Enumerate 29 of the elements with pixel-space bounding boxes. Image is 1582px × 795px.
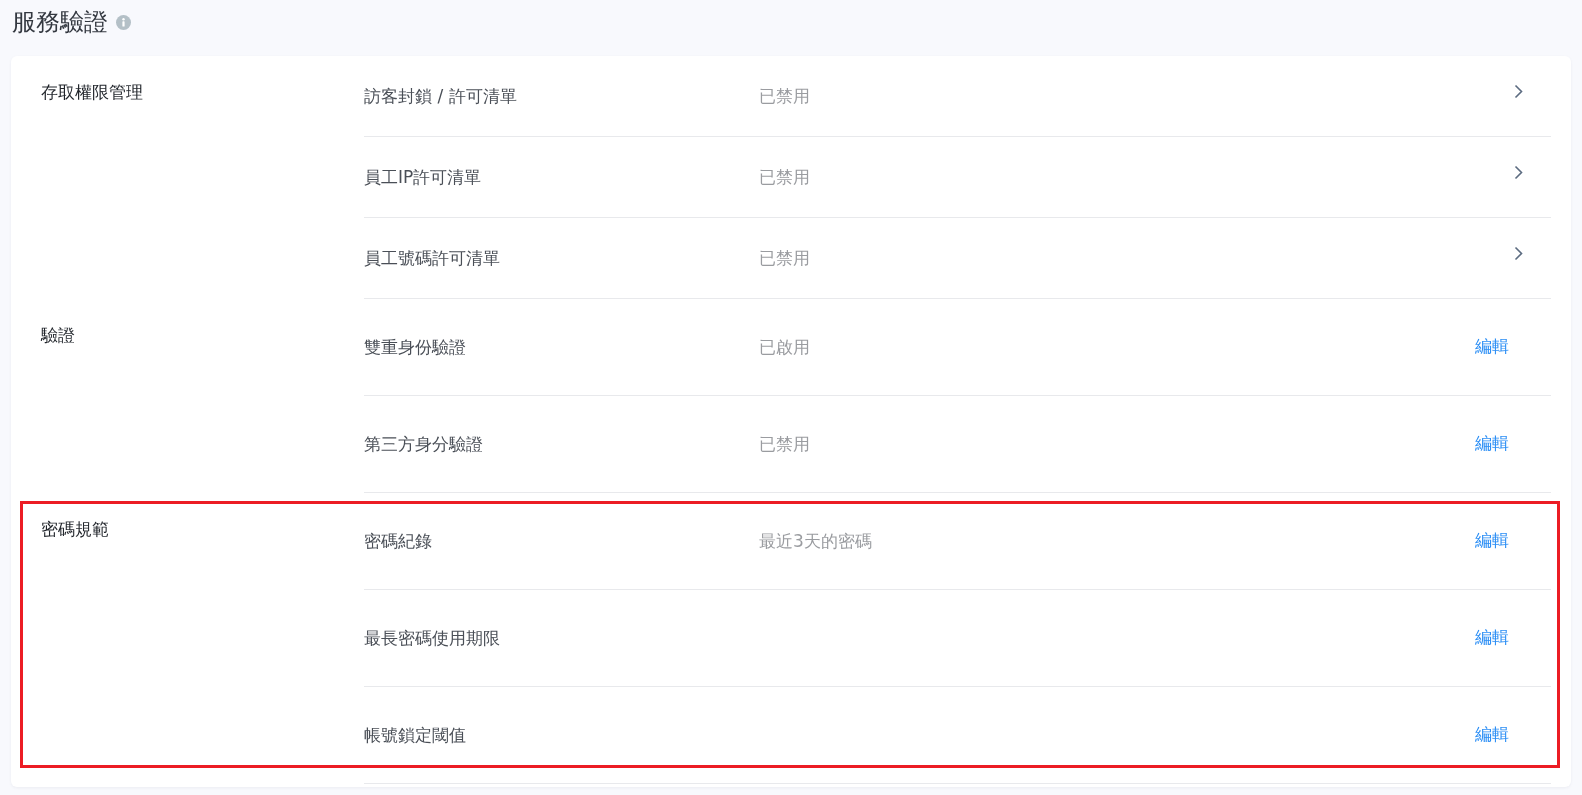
setting-status: 最近3天的密碼 bbox=[759, 530, 872, 553]
section-label: 驗證 bbox=[41, 324, 75, 347]
setting-name: 訪客封鎖 / 許可清單 bbox=[364, 85, 517, 108]
edit-link[interactable]: 編輯 bbox=[1475, 724, 1509, 746]
setting-status: 已禁用 bbox=[759, 85, 810, 108]
setting-status: 已禁用 bbox=[759, 247, 810, 270]
setting-name: 帳號鎖定閾值 bbox=[364, 724, 466, 747]
chevron-right-button[interactable] bbox=[1514, 246, 1523, 261]
chevron-right-icon bbox=[1514, 84, 1523, 99]
setting-name: 雙重身份驗證 bbox=[364, 336, 466, 359]
setting-name: 第三方身分驗證 bbox=[364, 433, 483, 456]
setting-status: 已啟用 bbox=[759, 336, 810, 359]
chevron-right-icon bbox=[1514, 165, 1523, 180]
chevron-right-button[interactable] bbox=[1514, 165, 1523, 180]
setting-name: 員工號碼許可清單 bbox=[364, 247, 500, 270]
page-title: 服務驗證 bbox=[12, 7, 108, 37]
edit-link[interactable]: 編輯 bbox=[1475, 530, 1509, 552]
edit-link[interactable]: 編輯 bbox=[1475, 433, 1509, 455]
setting-name: 最長密碼使用期限 bbox=[364, 627, 500, 650]
edit-link[interactable]: 編輯 bbox=[1475, 627, 1509, 649]
chevron-right-icon bbox=[1514, 246, 1523, 261]
setting-name: 員工IP許可清單 bbox=[364, 166, 482, 189]
setting-name: 密碼紀錄 bbox=[364, 530, 432, 553]
chevron-right-button[interactable] bbox=[1514, 84, 1523, 99]
setting-status: 已禁用 bbox=[759, 166, 810, 189]
setting-status: 已禁用 bbox=[759, 433, 810, 456]
section-label: 密碼規範 bbox=[41, 518, 109, 541]
section-label: 存取權限管理 bbox=[41, 81, 143, 104]
edit-link[interactable]: 編輯 bbox=[1475, 336, 1509, 358]
